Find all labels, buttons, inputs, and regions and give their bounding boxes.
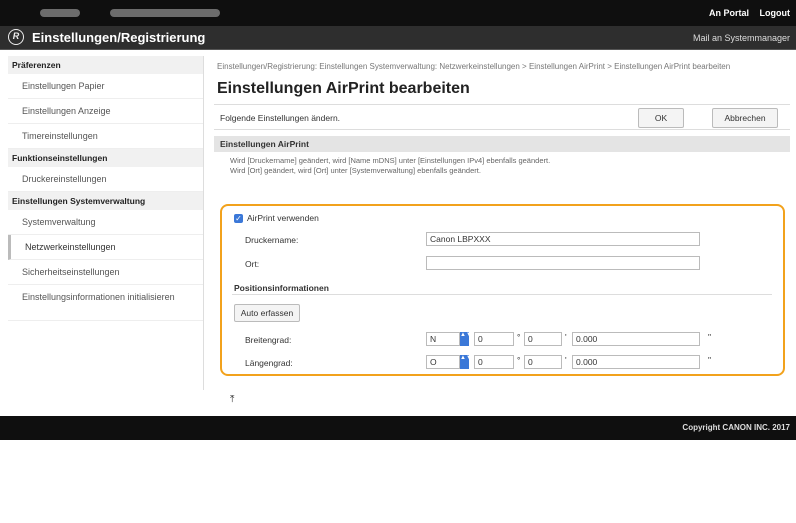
longitude-degrees-input[interactable]: 0 [474,355,514,369]
logout-link[interactable]: Logout [760,8,791,18]
second-symbol: " [708,355,712,365]
printer-name-input[interactable]: Canon LBPXXX [426,232,700,246]
second-symbol: " [708,332,712,342]
sidebar-item-system-management[interactable]: Systemverwaltung [8,210,203,235]
app-title: Einstellungen/Registrierung [32,30,206,45]
copyright: Copyright CANON INC. 2017 [682,423,790,432]
sidebar-item-paper[interactable]: Einstellungen Papier [8,74,203,99]
minute-symbol: ' [565,355,567,365]
section-header: Einstellungen AirPrint [214,136,790,152]
degree-symbol: ° [517,355,521,365]
airprint-checkbox[interactable]: ✓ [234,214,243,223]
minute-symbol: ' [565,332,567,342]
ok-button[interactable]: OK [638,108,684,128]
longitude-minutes-input[interactable]: 0 [524,355,562,369]
sidebar-item-printer[interactable]: Druckereinstellungen [8,167,203,192]
footer-bar: Copyright CANON INC. 2017 [0,416,796,440]
blurred-text [110,9,220,17]
auto-detect-button[interactable]: Auto erfassen [234,304,300,322]
latitude-seconds-input[interactable]: 0.000 [572,332,700,346]
note-line: Wird [Druckername] geändert, wird [Name … [230,156,551,165]
airprint-label: AirPrint verwenden [247,213,319,223]
note-line: Wird [Ort] geändert, wird [Ort] unter [S… [230,166,481,175]
portal-link[interactable]: An Portal [709,8,749,18]
settings-logo-icon: R [8,29,24,45]
scroll-top-icon[interactable]: ⤒ [230,394,234,405]
main-content: Einstellungen/Registrierung: Einstellung… [214,56,790,176]
longitude-seconds-input[interactable]: 0.000 [572,355,700,369]
action-bar: Folgende Einstellungen ändern. OK Abbrec… [214,104,790,130]
position-section-title: Positionsinformationen [234,283,329,293]
action-description: Folgende Einstellungen ändern. [220,113,341,123]
top-bar: An Portal Logout [0,0,796,26]
printer-name-label: Druckername: [245,235,299,245]
degree-symbol: ° [517,332,521,342]
latitude-direction-select[interactable]: N [426,332,460,346]
longitude-direction-select[interactable]: O [426,355,460,369]
latitude-degrees-input[interactable]: 0 [474,332,514,346]
mail-sysmanager-link[interactable]: Mail an Systemmanager [693,33,790,43]
location-input[interactable] [426,256,700,270]
latitude-label: Breitengrad: [245,335,292,345]
breadcrumb: Einstellungen/Registrierung: Einstellung… [217,62,731,71]
sidebar-item-timer[interactable]: Timereinstellungen [8,124,203,149]
spinner-icon[interactable]: ▲▼ [460,332,472,346]
latitude-minutes-input[interactable]: 0 [524,332,562,346]
sidebar-group-functions: Funktionseinstellungen [8,149,203,167]
sidebar-item-network[interactable]: Netzwerkeinstellungen [8,235,203,260]
app-header: R Einstellungen/Registrierung Mail an Sy… [0,26,796,50]
blurred-text [40,9,80,17]
longitude-label: Längengrad: [245,358,293,368]
location-label: Ort: [245,259,260,269]
divider [232,294,772,295]
sidebar-item-init[interactable]: Einstellungsinformationen initialisieren [8,285,203,321]
cancel-button[interactable]: Abbrechen [712,108,778,128]
sidebar-item-display[interactable]: Einstellungen Anzeige [8,99,203,124]
sidebar-group-system: Einstellungen Systemverwaltung [8,192,203,210]
sidebar-group-preferences: Präferenzen [8,56,203,74]
page-title: Einstellungen AirPrint bearbeiten [217,80,470,97]
sidebar: Präferenzen Einstellungen Papier Einstel… [8,56,204,390]
spinner-icon[interactable]: ▲▼ [460,355,472,369]
sidebar-item-security[interactable]: Sicherheitseinstellungen [8,260,203,285]
